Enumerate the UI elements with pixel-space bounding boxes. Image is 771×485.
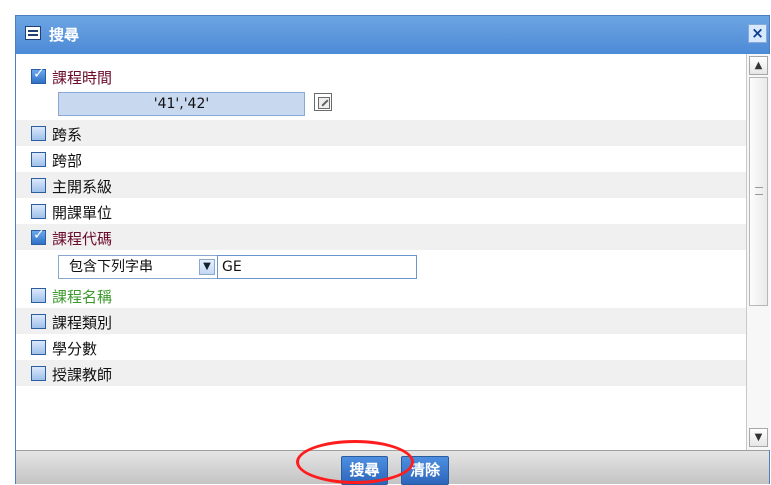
- filter-row-instructor: 授課教師: [16, 360, 746, 386]
- course-code-checkbox[interactable]: [31, 227, 46, 245]
- filter-row-course-code: 課程代碼: [16, 224, 746, 250]
- filter-row-main-department: 主開系級: [16, 172, 746, 198]
- filter-list: 課程時間 '41','42' 跨系 跨部 主開系級 開課單位 課程代碼: [16, 54, 746, 450]
- filter-row-cross-department: 跨系: [16, 120, 746, 146]
- offering-unit-checkbox[interactable]: [31, 204, 46, 219]
- cross-department-label: 跨系: [52, 126, 83, 144]
- credits-label: 學分數: [52, 340, 98, 358]
- scroll-thumb[interactable]: [749, 77, 768, 306]
- filter-row-course-name: 課程名稱: [16, 282, 746, 308]
- scroll-down-button[interactable]: ▼: [749, 428, 768, 447]
- offering-unit-label: 開課單位: [52, 204, 113, 222]
- course-category-checkbox[interactable]: [31, 314, 46, 329]
- course-time-checkbox[interactable]: [31, 66, 46, 84]
- instructor-label: 授課教師: [52, 366, 113, 384]
- highlight-circle-annotation: [296, 440, 414, 484]
- scroll-up-button[interactable]: ▲: [749, 56, 768, 75]
- match-type-select[interactable]: 包含下列字串 ▼: [58, 255, 218, 279]
- course-time-value-row: '41','42': [16, 90, 746, 120]
- filter-row-course-category: 課程類別: [16, 308, 746, 334]
- cross-division-checkbox[interactable]: [31, 152, 46, 167]
- course-code-filter-row: 包含下列字串 ▼ GE: [16, 250, 746, 280]
- filter-row-course-time: 課程時間: [16, 63, 746, 89]
- search-dialog: 搜尋 × 課程時間 '41','42' 跨系 跨部 主開系級 開課單位: [15, 15, 770, 485]
- vertical-scrollbar[interactable]: ▲ ▼: [746, 54, 770, 450]
- credits-checkbox[interactable]: [31, 340, 46, 355]
- edit-icon[interactable]: [314, 93, 332, 111]
- course-name-label: 課程名稱: [52, 288, 113, 306]
- filter-row-offering-unit: 開課單位: [16, 198, 746, 224]
- main-department-checkbox[interactable]: [31, 178, 46, 193]
- cross-division-label: 跨部: [52, 152, 83, 170]
- course-time-label: 課程時間: [52, 69, 113, 87]
- title-bar: 搜尋 ×: [16, 16, 769, 54]
- instructor-checkbox[interactable]: [31, 366, 46, 381]
- grip-icon: [755, 187, 763, 195]
- window-list-icon: [25, 26, 41, 40]
- course-code-input[interactable]: GE: [217, 255, 417, 279]
- close-button[interactable]: ×: [748, 24, 767, 43]
- course-category-label: 課程類別: [52, 314, 113, 332]
- course-name-checkbox[interactable]: [31, 288, 46, 303]
- cross-department-checkbox[interactable]: [31, 126, 46, 141]
- filter-row-cross-division: 跨部: [16, 146, 746, 172]
- course-time-value-field[interactable]: '41','42': [58, 92, 305, 116]
- dialog-title: 搜尋: [49, 26, 80, 44]
- filter-row-credits: 學分數: [16, 334, 746, 360]
- course-code-label: 課程代碼: [52, 230, 113, 248]
- main-department-label: 主開系級: [52, 178, 113, 196]
- chevron-down-icon[interactable]: ▼: [199, 259, 215, 275]
- match-type-selected: 包含下列字串: [69, 259, 153, 275]
